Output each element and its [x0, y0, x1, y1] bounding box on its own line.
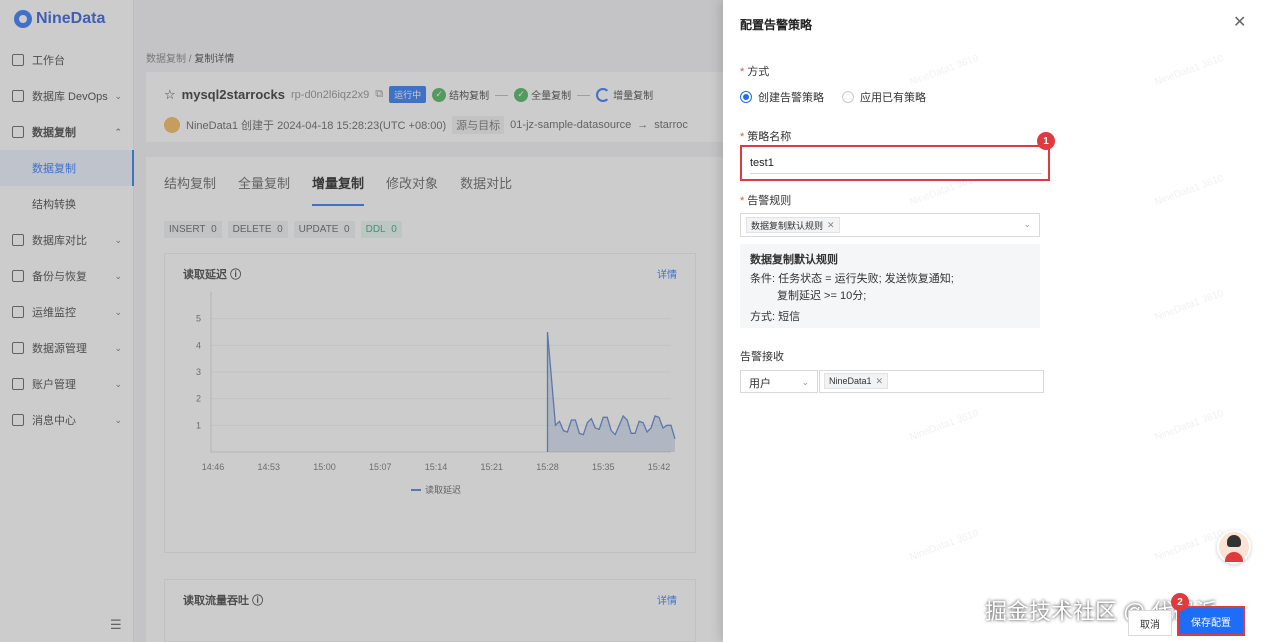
save-config-button[interactable]: 保存配置	[1177, 606, 1245, 636]
step-badge-2: 2	[1171, 593, 1189, 611]
watermark: NineData1 3610	[1153, 407, 1225, 444]
receiver-label: 告警接收	[740, 351, 784, 363]
rule-detail: 数据复制默认规则 条件: 任务状态 = 运行失败; 发送恢复通知; 复制延迟 >…	[740, 244, 1040, 328]
rule-method: 方式: 短信	[750, 311, 801, 323]
policy-name-input[interactable]	[750, 152, 1042, 174]
radio-create-policy[interactable]: 创建告警策略	[740, 89, 824, 105]
watermark: NineData1 3610	[1153, 172, 1225, 209]
drawer-title: 配置告警策略	[740, 18, 813, 32]
receiver-type-select[interactable]: 用户 ⌄	[740, 370, 818, 393]
modal-overlay[interactable]	[0, 0, 723, 642]
alert-rules-label: * 告警规则	[740, 195, 792, 207]
radio-unchecked-icon	[842, 91, 854, 103]
policy-name-label: * 策略名称	[740, 131, 792, 143]
method-label: * 方式	[740, 66, 770, 78]
watermark: NineData1 3610	[908, 52, 980, 89]
alert-policy-drawer: NineData1 3610 NineData1 3610 NineData1 …	[723, 0, 1265, 642]
rule-detail-title: 数据复制默认规则	[750, 254, 838, 266]
radio-checked-icon	[740, 91, 752, 103]
user-tag: NineData1 ✕	[824, 373, 889, 389]
close-icon[interactable]: ✕	[827, 220, 835, 231]
support-avatar-icon[interactable]	[1217, 530, 1251, 564]
close-icon[interactable]: ✕	[876, 376, 884, 387]
alert-rules-select[interactable]: 数据复制默认规则 ✕ ⌄	[740, 213, 1040, 237]
cancel-button[interactable]: 取消	[1128, 610, 1172, 636]
rule-tag: 数据复制默认规则 ✕	[746, 217, 840, 233]
rule-condition-line1: 条件: 任务状态 = 运行失败; 发送恢复通知;	[750, 273, 954, 285]
watermark: NineData1 3610	[1153, 527, 1225, 564]
close-icon[interactable]: ✕	[1233, 12, 1246, 32]
rule-condition-line2: 复制延迟 >= 10分;	[777, 290, 867, 302]
chevron-down-icon: ⌄	[801, 377, 809, 387]
chevron-down-icon: ⌄	[1023, 219, 1031, 229]
watermark: NineData1 3610	[1153, 52, 1225, 89]
watermark: NineData1 3610	[908, 527, 980, 564]
receiver-users-select[interactable]: NineData1 ✕	[819, 370, 1044, 393]
policy-name-highlight	[740, 145, 1050, 181]
watermark: NineData1 3610	[908, 407, 980, 444]
method-radio-group: 创建告警策略 应用已有策略	[740, 89, 926, 105]
step-badge-1: 1	[1037, 132, 1055, 150]
radio-existing-policy[interactable]: 应用已有策略	[842, 89, 926, 105]
watermark: NineData1 3610	[1153, 287, 1225, 324]
